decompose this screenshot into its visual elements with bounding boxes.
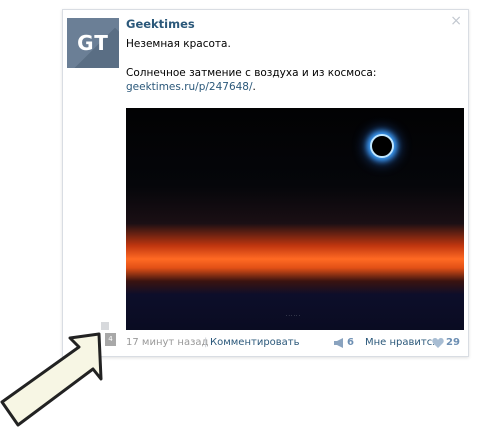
post-link-line: geektimes.ru/p/247648/. (126, 80, 456, 95)
avatar[interactable]: GT (67, 18, 119, 68)
like-count: 29 (446, 337, 460, 348)
post-link-suffix: . (252, 81, 256, 93)
post-link[interactable]: geektimes.ru/p/247648/ (126, 81, 253, 93)
post-text: Неземная красота. Солнечное затмение с в… (126, 37, 456, 95)
notification-badge-shadow (101, 322, 109, 330)
share-count: 6 (347, 337, 354, 348)
footer-divider: | (204, 337, 208, 348)
close-icon[interactable]: × (450, 13, 462, 29)
post-text-line: Солнечное затмение с воздуха и из космос… (126, 66, 377, 79)
post-author[interactable]: Geektimes (126, 17, 195, 31)
post-time[interactable]: 17 минут назад (126, 337, 208, 348)
comment-button[interactable]: Комментировать (210, 337, 300, 348)
eclipse-sun (370, 134, 394, 158)
avatar-text: GT (77, 31, 109, 55)
like-button[interactable]: Мне нравится (365, 337, 438, 348)
heart-icon[interactable] (432, 338, 444, 351)
arrow-pointer-icon (0, 332, 103, 427)
photo-watermark: · · · · · · (286, 313, 300, 318)
megaphone-icon[interactable] (333, 338, 345, 351)
post-photo[interactable]: · · · · · · (126, 108, 464, 330)
post-card: GT × Geektimes Неземная красота. Солнечн… (62, 9, 469, 357)
post-footer: 17 минут назад | Комментировать 6 Мне нр… (126, 337, 464, 351)
post-text-gap (126, 52, 456, 66)
post-text-line: Неземная красота. (126, 38, 231, 50)
